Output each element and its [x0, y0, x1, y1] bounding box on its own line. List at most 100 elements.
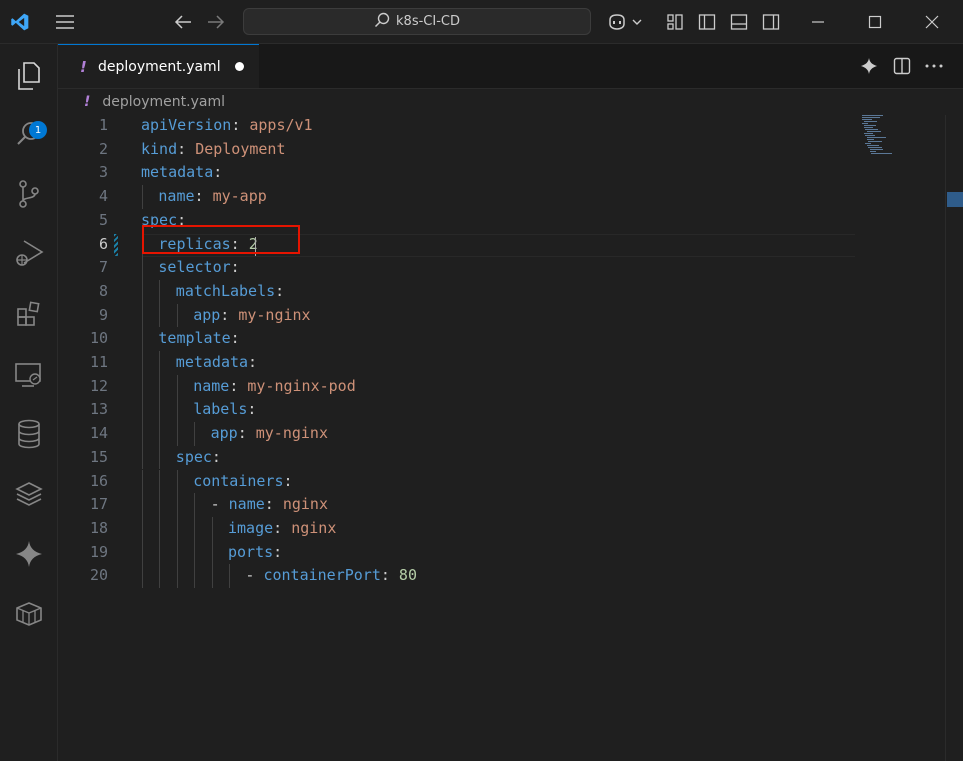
yaml-value: my-nginx-pod: [247, 376, 356, 395]
line-text[interactable]: selector:: [158, 256, 239, 280]
toggle-panel-icon[interactable]: [726, 9, 752, 35]
line-text[interactable]: containers:: [193, 470, 292, 494]
yaml-separator: :: [177, 139, 196, 158]
code-line[interactable]: 17 - name: nginx: [58, 493, 858, 517]
code-line[interactable]: 4 name: my-app: [58, 185, 858, 209]
code-line[interactable]: 12 name: my-nginx-pod: [58, 375, 858, 399]
line-text[interactable]: app: my-nginx: [211, 422, 328, 446]
line-text[interactable]: - containerPort: 80: [245, 564, 417, 588]
yaml-key: app: [193, 305, 221, 324]
line-text[interactable]: spec:: [176, 446, 221, 470]
toggle-primary-sidebar-icon[interactable]: [694, 9, 720, 35]
code-line[interactable]: 1 apiVersion: apps/v1: [58, 114, 858, 138]
yaml-separator: :: [380, 566, 399, 585]
line-text[interactable]: app: my-nginx: [193, 304, 310, 328]
code-line[interactable]: 11 metadata:: [58, 351, 858, 375]
code-line[interactable]: 20 - containerPort: 80: [58, 564, 858, 588]
line-number: 16: [89, 471, 108, 490]
line-number: 12: [89, 376, 108, 395]
sparkle-icon[interactable]: [0, 530, 57, 578]
line-text[interactable]: metadata:: [141, 161, 222, 185]
line-text[interactable]: template:: [158, 327, 239, 351]
code-line[interactable]: 10 template:: [58, 327, 858, 351]
search-icon[interactable]: [0, 110, 57, 158]
remote-explorer-icon[interactable]: [0, 351, 57, 399]
close-icon[interactable]: [919, 9, 945, 35]
minimap-line: [866, 139, 875, 140]
forward-arrow-icon[interactable]: [203, 9, 229, 35]
more-actions-icon[interactable]: [922, 54, 946, 78]
minimap-line: [863, 125, 876, 126]
split-editor-icon[interactable]: [890, 54, 914, 78]
tab-deployment-yaml[interactable]: ! deployment.yaml: [58, 44, 259, 88]
code-line[interactable]: 18 image: nginx: [58, 517, 858, 541]
minimize-icon[interactable]: [805, 9, 831, 35]
vscode-logo-icon[interactable]: [8, 10, 32, 34]
database-icon[interactable]: [0, 410, 57, 458]
yaml-value: my-nginx: [238, 305, 311, 324]
scrollbar-thumb[interactable]: [947, 192, 963, 207]
search-text: k8s-CI-CD: [396, 14, 460, 29]
yaml-separator: :: [247, 400, 257, 419]
breadcrumb-filename[interactable]: deployment.yaml: [102, 94, 225, 110]
command-center-search[interactable]: k8s-CI-CD: [243, 8, 591, 35]
yaml-value: Deployment: [195, 139, 286, 158]
minimap-line: [862, 115, 883, 116]
run-debug-icon[interactable]: [0, 229, 57, 277]
yaml-separator: :: [220, 305, 239, 324]
yaml-separator: :: [273, 518, 292, 537]
vertical-scrollbar[interactable]: [945, 115, 963, 761]
annotation-highlight-box: [142, 225, 300, 254]
extensions-icon[interactable]: [0, 290, 57, 338]
explorer-icon[interactable]: [0, 52, 57, 100]
code-line[interactable]: 16 containers:: [58, 470, 858, 494]
maximize-icon[interactable]: [862, 9, 888, 35]
line-number: 1: [98, 116, 108, 134]
minimap-line: [862, 119, 872, 120]
menu-icon[interactable]: [52, 9, 78, 35]
code-line[interactable]: 14 app: my-nginx: [58, 422, 858, 446]
code-line[interactable]: 2 kind: Deployment: [58, 138, 858, 162]
toggle-secondary-sidebar-icon[interactable]: [758, 9, 784, 35]
source-control-icon[interactable]: [0, 170, 57, 218]
line-text[interactable]: kind: Deployment: [141, 138, 286, 162]
layers-icon[interactable]: [0, 470, 57, 518]
editor-area[interactable]: ! deployment.yaml 1 apiVersion: apps/v1 2 k…: [58, 89, 963, 761]
line-number: 3: [98, 163, 108, 182]
minimap-line: [866, 137, 887, 138]
line-text[interactable]: ports:: [228, 541, 282, 565]
line-text[interactable]: name: my-app: [158, 185, 266, 209]
line-text[interactable]: metadata:: [176, 351, 257, 375]
yaml-separator: :: [275, 281, 285, 300]
line-text[interactable]: apiVersion: apps/v1: [141, 114, 313, 138]
line-text[interactable]: labels:: [193, 398, 256, 422]
yaml-key: image: [228, 518, 274, 537]
code-line[interactable]: 3 metadata:: [58, 161, 858, 185]
breadcrumb[interactable]: ! deployment.yaml: [84, 92, 225, 112]
line-text[interactable]: name: my-nginx-pod: [193, 375, 356, 399]
code-line[interactable]: 7 selector:: [58, 256, 858, 280]
code-line[interactable]: 15 spec:: [58, 446, 858, 470]
sparkle-icon[interactable]: [857, 54, 881, 78]
code-line[interactable]: 13 labels:: [58, 398, 858, 422]
line-number: 13: [89, 400, 108, 419]
back-arrow-icon[interactable]: [170, 9, 196, 35]
line-number: 20: [89, 566, 108, 585]
unsaved-dot-icon[interactable]: [234, 62, 244, 71]
yaml-key: app: [210, 424, 238, 443]
line-number: 19: [89, 542, 108, 561]
copilot-icon[interactable]: [604, 9, 630, 35]
line-text[interactable]: image: nginx: [228, 517, 336, 541]
line-number: 11: [89, 353, 108, 371]
code-line[interactable]: 9 app: my-nginx: [58, 304, 858, 328]
line-text[interactable]: - name: nginx: [211, 493, 328, 517]
container-icon[interactable]: [0, 590, 57, 638]
code-line[interactable]: 19 ports:: [58, 541, 858, 565]
chevron-down-icon[interactable]: [629, 9, 645, 35]
code-line[interactable]: 8 matchLabels:: [58, 280, 858, 304]
customize-layout-icon[interactable]: [662, 9, 688, 35]
yaml-key: name: [158, 187, 195, 206]
minimap[interactable]: [854, 115, 944, 185]
line-number: 4: [98, 187, 108, 206]
line-text[interactable]: matchLabels:: [176, 280, 284, 304]
